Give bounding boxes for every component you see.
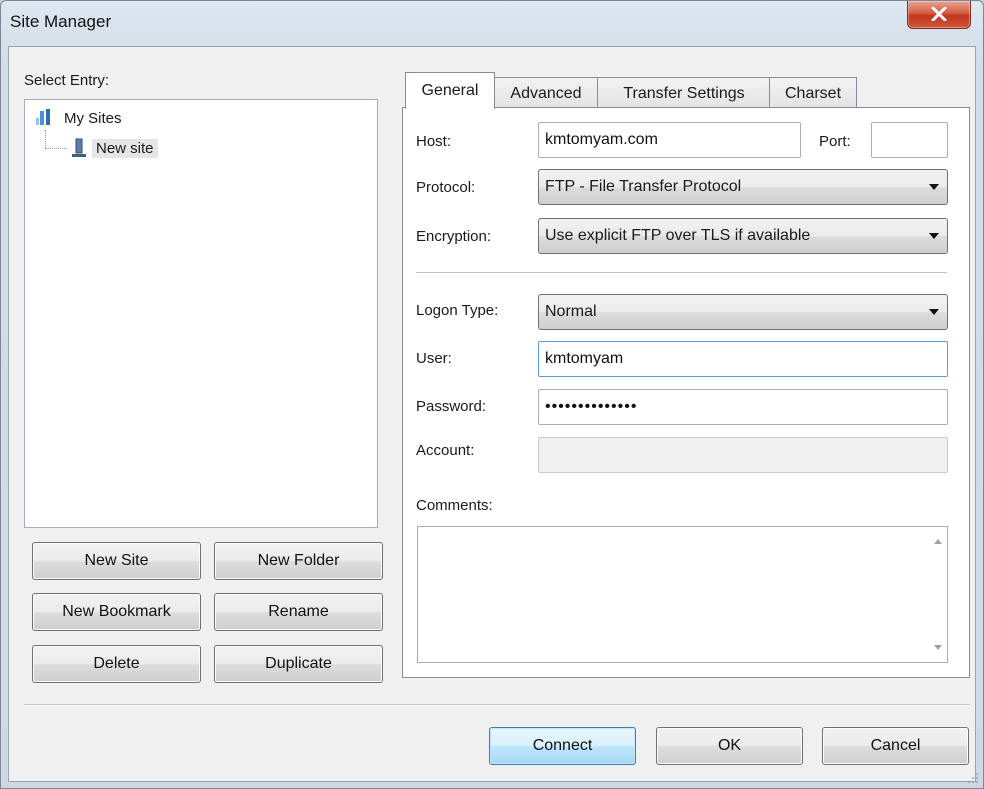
protocol-select[interactable]: FTP - File Transfer Protocol [538,169,948,205]
new-bookmark-button[interactable]: New Bookmark [32,593,201,631]
host-label: Host: [416,133,452,150]
logon-type-select[interactable]: Normal [538,294,948,330]
scroll-down-arrow-icon[interactable] [934,645,942,650]
chevron-down-icon [929,184,939,190]
window-title: Site Manager [10,12,112,31]
password-label: Password: [416,398,487,415]
tree-item-label: My Sites [64,109,122,127]
tab-charset[interactable]: Charset [769,77,857,109]
folder-icon [36,109,50,125]
delete-button[interactable]: Delete [32,645,201,683]
protocol-selected-value: FTP - File Transfer Protocol [545,178,742,195]
password-input[interactable] [538,389,948,425]
site-tree[interactable]: My Sites New site [24,99,378,528]
server-icon [72,138,86,157]
account-label: Account: [416,442,475,459]
tree-item-my-sites[interactable]: My Sites [35,106,126,130]
tab-general[interactable]: General [405,72,495,109]
encryption-label: Encryption: [416,228,492,245]
encryption-select[interactable]: Use explicit FTP over TLS if available [538,218,948,254]
tab-transfer-settings[interactable]: Transfer Settings [597,77,771,109]
new-folder-button[interactable]: New Folder [214,542,383,580]
close-icon [931,7,947,21]
encryption-selected-value: Use explicit FTP over TLS if available [545,227,811,244]
duplicate-button[interactable]: Duplicate [214,645,383,683]
logon-type-selected-value: Normal [545,303,597,320]
chevron-down-icon [929,233,939,239]
user-label: User: [416,350,452,367]
rename-button[interactable]: Rename [214,593,383,631]
chevron-down-icon [929,309,939,315]
footer-divider [24,704,970,706]
connect-button[interactable]: Connect [489,727,636,765]
site-manager-window: Site Manager Select Entry: My Sites New … [0,0,984,789]
logon-type-label: Logon Type: [416,302,499,319]
tab-advanced[interactable]: Advanced [493,77,599,109]
comments-textarea[interactable] [417,526,948,663]
close-button[interactable] [907,1,971,29]
port-label: Port: [819,133,851,150]
section-divider [416,272,947,274]
host-input[interactable] [538,122,801,158]
scroll-up-arrow-icon[interactable] [934,539,942,544]
select-entry-label: Select Entry: [24,72,110,89]
comments-scrollbar[interactable] [930,527,947,662]
user-input[interactable] [538,341,948,377]
title-bar[interactable]: Site Manager [1,1,983,47]
ok-button[interactable]: OK [656,727,803,765]
resize-grip-icon[interactable] [967,772,979,784]
tree-item-new-site[interactable]: New site [71,136,158,160]
tree-connector-line [45,130,47,148]
comments-label: Comments: [416,497,493,514]
protocol-label: Protocol: [416,179,476,196]
cancel-button[interactable]: Cancel [822,727,969,765]
account-input [538,437,948,473]
port-input[interactable] [871,122,948,158]
new-site-button[interactable]: New Site [32,542,201,580]
tree-connector-line [45,148,67,150]
tree-item-label: New site [92,138,158,158]
